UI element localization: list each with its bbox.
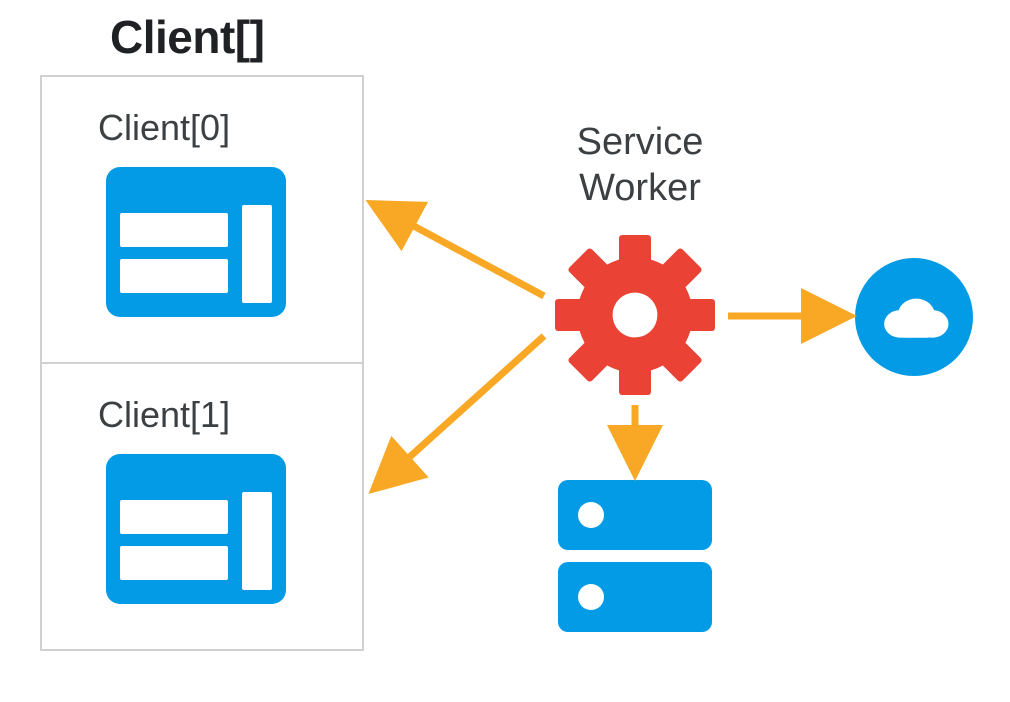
browser-window-icon	[106, 167, 286, 317]
browser-window-icon	[106, 454, 286, 604]
service-worker-label-line1: Service	[577, 121, 704, 163]
server-icon	[558, 480, 712, 644]
service-worker-label: Service Worker	[530, 120, 750, 211]
client-0-label: Client[0]	[98, 107, 230, 149]
client-0-cell: Client[0]	[42, 77, 362, 364]
cloud-icon	[855, 258, 973, 376]
client-1-label: Client[1]	[98, 394, 230, 436]
clients-container: Client[0] Client[1]	[40, 75, 364, 651]
diagram-stage: Client[] Client[0] Client[1]	[0, 0, 1010, 702]
clients-title: Client[]	[110, 10, 264, 64]
arrow-sw-to-client0	[384, 210, 544, 296]
service-worker-label-line2: Worker	[579, 167, 701, 209]
arrow-sw-to-client1	[384, 336, 544, 480]
client-1-cell: Client[1]	[42, 364, 362, 649]
gear-icon	[555, 235, 715, 395]
